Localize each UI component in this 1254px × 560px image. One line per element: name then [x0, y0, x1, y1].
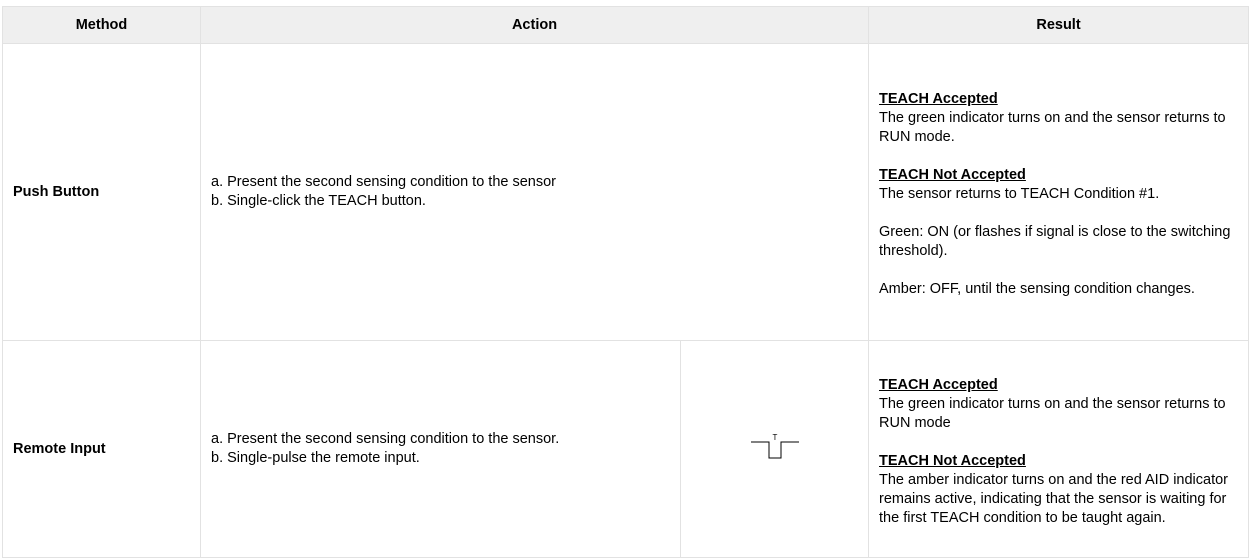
- teach-not-accepted-heading: TEACH Not Accepted: [879, 452, 1026, 469]
- teach-accepted-heading: TEACH Accepted: [879, 376, 998, 393]
- table-row: Remote Input a. Present the second sensi…: [2, 340, 1250, 558]
- action-step: a. Present the second sensing condition …: [211, 174, 556, 190]
- header-method: Method: [2, 6, 201, 44]
- teach-not-accepted-text: The sensor returns to TEACH Condition #1…: [879, 186, 1160, 202]
- teach-procedure-table: Method Action Result Push Button a. Pres…: [2, 6, 1250, 558]
- action-cell: a. Present the second sensing condition …: [200, 340, 681, 558]
- header-action: Action: [199, 6, 870, 44]
- header-result: Result: [868, 6, 1250, 44]
- table-row: Push Button a. Present the second sensin…: [2, 43, 1250, 341]
- action-step: a. Present the second sensing condition …: [211, 431, 560, 447]
- pulse-label: T: [772, 434, 777, 442]
- method-cell: Push Button: [2, 43, 201, 341]
- teach-accepted-text: The green indicator turns on and the sen…: [879, 395, 1226, 431]
- green-indicator-text: Green: ON (or flashes if signal is close…: [879, 224, 1231, 259]
- amber-indicator-text: Amber: OFF, until the sensing condition …: [879, 281, 1195, 297]
- teach-not-accepted-text: The amber indicator turns on and the red…: [879, 471, 1229, 526]
- result-cell: TEACH Accepted The green indicator turns…: [868, 340, 1250, 558]
- teach-accepted-text: The green indicator turns on and the sen…: [879, 110, 1226, 145]
- single-pulse-icon: T: [750, 434, 799, 459]
- teach-accepted-heading: TEACH Accepted: [879, 91, 998, 107]
- action-step: b. Single-pulse the remote input.: [211, 450, 420, 466]
- teach-not-accepted-heading: TEACH Not Accepted: [879, 167, 1026, 183]
- action-cell: a. Present the second sensing condition …: [199, 43, 870, 341]
- pulse-diagram-cell: T: [679, 340, 870, 558]
- action-step: b. Single-click the TEACH button.: [211, 193, 426, 209]
- table-header-row: Method Action Result: [2, 6, 1250, 44]
- result-cell: TEACH Accepted The green indicator turns…: [868, 43, 1250, 341]
- method-cell: Remote Input: [2, 340, 201, 558]
